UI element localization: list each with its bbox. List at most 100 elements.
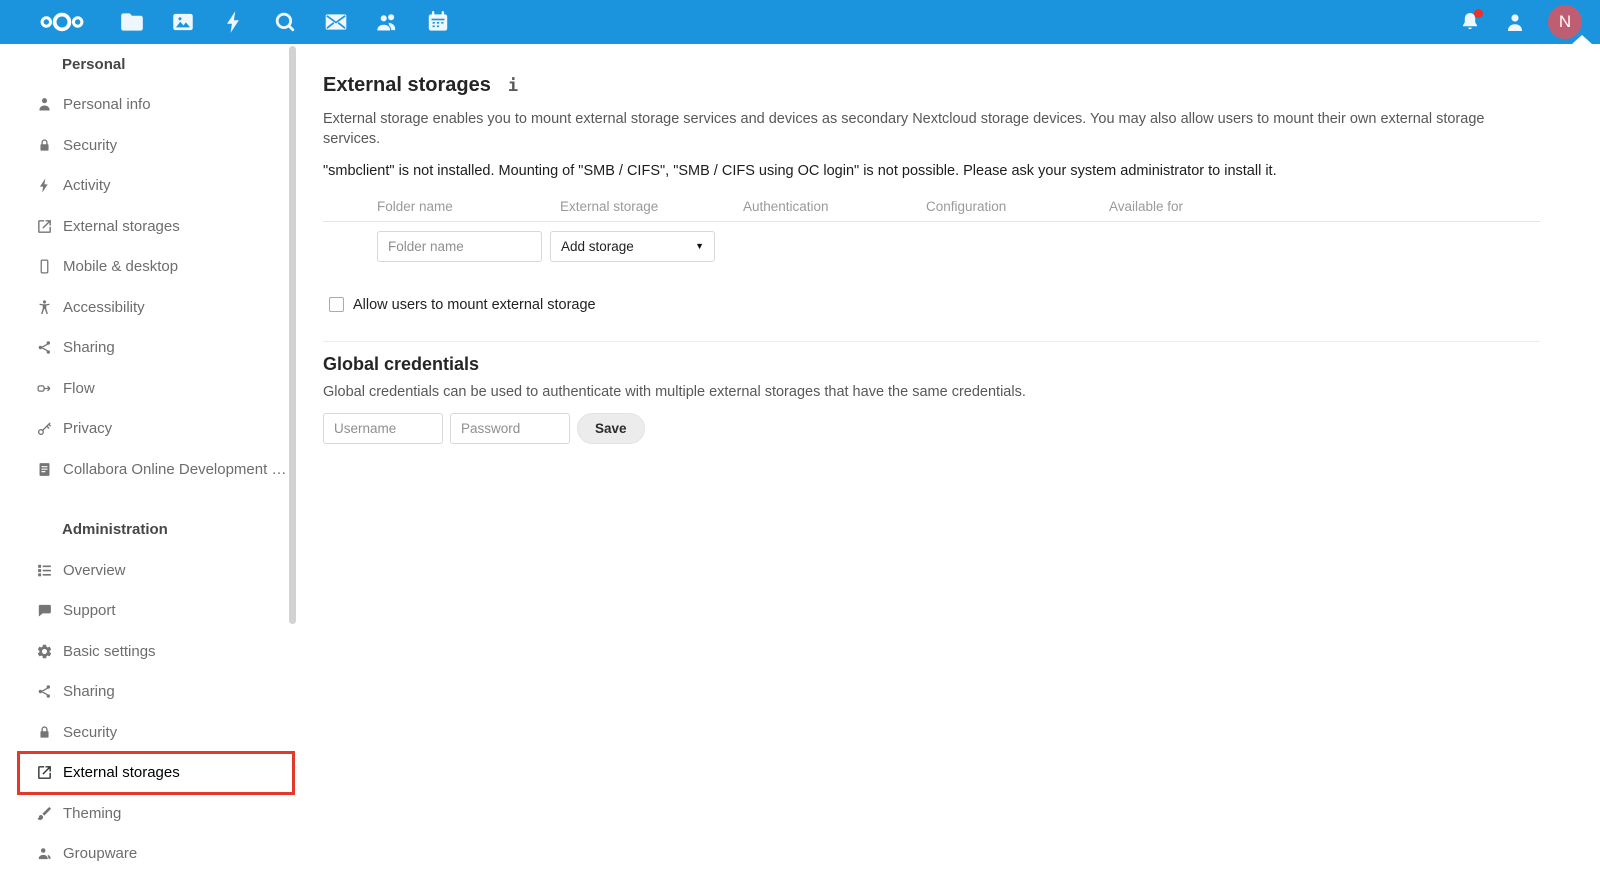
username-field[interactable] xyxy=(323,412,443,444)
sidebar-item-personal-info[interactable]: Personal info xyxy=(0,85,300,126)
sidebar-item-activity[interactable]: Activity xyxy=(0,166,300,207)
top-header-bar: N xyxy=(0,0,1600,44)
sidebar-item-label: Overview xyxy=(63,561,126,579)
sidebar-item-security[interactable]: Security xyxy=(0,125,300,166)
photos-icon[interactable] xyxy=(170,9,196,35)
lightning-icon[interactable] xyxy=(221,9,247,35)
sidebar-item-flow[interactable]: Flow xyxy=(0,368,300,409)
contacts-icon[interactable] xyxy=(374,9,400,35)
allow-users-label: Allow users to mount external storage xyxy=(353,296,596,313)
bell-icon[interactable] xyxy=(1458,9,1483,34)
main-content: External storages i External storage ena… xyxy=(300,44,1600,880)
sidebar-item-external-storages[interactable]: External storages xyxy=(0,750,300,795)
nextcloud-logo[interactable] xyxy=(33,5,91,39)
sidebar-item-label: Activity xyxy=(63,177,111,195)
user-avatar[interactable]: N xyxy=(1548,5,1582,39)
overview-icon xyxy=(36,562,53,579)
key-icon xyxy=(36,420,53,437)
sidebar-item-label: Theming xyxy=(63,804,122,822)
settings-sidebar: Personal Personal info Security Activity Ext… xyxy=(0,44,300,880)
sidebar-item-support[interactable]: Support xyxy=(0,591,300,632)
password-field[interactable] xyxy=(450,412,570,444)
sidebar-item-label: Sharing xyxy=(63,683,115,701)
sidebar-item-theming[interactable]: Theming xyxy=(0,793,300,834)
gear-icon xyxy=(36,643,53,660)
sidebar-item-privacy[interactable]: Privacy xyxy=(0,409,300,450)
sidebar-item-label: Groupware xyxy=(63,845,138,863)
share-icon xyxy=(36,339,53,356)
topbar-right: N xyxy=(1458,5,1582,39)
sidebar-item-sharing[interactable]: Sharing xyxy=(0,328,300,369)
sidebar-item-sharing[interactable]: Sharing xyxy=(0,672,300,713)
sidebar-item-label: External storages xyxy=(63,217,180,235)
mail-icon[interactable] xyxy=(323,9,349,35)
accessibility-icon xyxy=(36,299,53,316)
column-header-external-storage: External storage xyxy=(560,198,659,214)
page-title: External storages xyxy=(323,74,491,96)
external-icon xyxy=(36,218,53,235)
chat-icon xyxy=(36,602,53,619)
user-icon xyxy=(36,96,53,113)
sidebar-item-label: Mobile & desktop xyxy=(63,258,179,276)
avatar-initial: N xyxy=(1558,12,1572,31)
external-storage-description: External storage enables you to mount ex… xyxy=(323,111,1485,147)
person-icon[interactable] xyxy=(1503,10,1527,34)
allow-users-checkbox[interactable] xyxy=(329,297,344,313)
column-header-folder-name: Folder name xyxy=(377,198,453,214)
mobile-icon xyxy=(36,258,53,275)
folder-icon[interactable] xyxy=(119,9,145,35)
avatar-menu-caret xyxy=(1572,35,1592,44)
sidebar-item-mobile-desktop[interactable]: Mobile & desktop xyxy=(0,247,300,288)
brush-icon xyxy=(36,805,53,822)
sidebar-item-label: Basic settings xyxy=(63,642,156,660)
sidebar-item-external-storages[interactable]: External storages xyxy=(0,206,300,247)
add-storage-label: Add storage xyxy=(561,238,634,254)
sidebar-item-label: Accessibility xyxy=(63,298,145,316)
sidebar-item-label: Security xyxy=(63,136,118,154)
chevron-down-icon: ▼ xyxy=(695,241,704,252)
sidebar-item-label: Support xyxy=(63,602,116,620)
folder-name-input[interactable] xyxy=(377,230,542,262)
calendar-icon[interactable] xyxy=(425,9,451,35)
section-divider xyxy=(323,340,1540,342)
document-icon xyxy=(36,461,53,478)
sidebar-scrollbar[interactable] xyxy=(289,46,296,624)
sidebar-item-label: Sharing xyxy=(63,339,115,357)
sidebar-item-label: Collabora Online Development Edit... xyxy=(63,460,288,478)
sidebar-item-label: Personal info xyxy=(63,96,151,114)
column-header-configuration: Configuration xyxy=(926,198,1007,214)
sidebar-item-label: Privacy xyxy=(63,420,113,438)
add-storage-select[interactable]: Add storage ▼ xyxy=(550,230,715,262)
sidebar-item-label: External storages xyxy=(63,764,180,782)
lock-icon xyxy=(36,724,53,741)
share-icon xyxy=(36,683,53,700)
lightning-icon xyxy=(36,177,53,194)
table-header-row: Folder name External storage Authenticatio… xyxy=(323,198,1540,222)
sidebar-item-accessibility[interactable]: Accessibility xyxy=(0,287,300,328)
smbclient-warning: "smbclient" is not installed. Mounting o… xyxy=(323,163,1277,180)
magnifier-icon[interactable] xyxy=(272,9,298,35)
sidebar-item-collabora-online-development-edit[interactable]: Collabora Online Development Edit... xyxy=(0,449,300,490)
sidebar-item-groupware[interactable]: Groupware xyxy=(0,834,300,875)
sidebar-item-overview[interactable]: Overview xyxy=(0,550,300,591)
global-credentials-form: Save xyxy=(323,412,1540,444)
group-icon xyxy=(36,845,53,862)
global-credentials-title: Global credentials xyxy=(323,353,480,374)
external-icon xyxy=(36,764,53,781)
flow-icon xyxy=(36,380,53,397)
nextcloud-settings-page: N Personal Personal info Security Activity E… xyxy=(0,0,1600,880)
sidebar-item-security[interactable]: Security xyxy=(0,712,300,753)
sidebar-item-basic-settings[interactable]: Basic settings xyxy=(0,631,300,672)
allow-users-row: Allow users to mount external storage xyxy=(329,297,1540,313)
column-header-available-for: Available for xyxy=(1109,198,1184,214)
notification-dot xyxy=(1474,9,1483,18)
sidebar-item-label: Flow xyxy=(63,379,95,397)
section-header: Personal xyxy=(62,55,126,73)
save-button[interactable]: Save xyxy=(577,412,645,444)
lock-icon xyxy=(36,137,53,154)
info-icon[interactable]: i xyxy=(508,76,518,96)
sidebar-section-administration: Administration Overview Support Basic setti… xyxy=(0,510,300,875)
sidebar-item-label: Security xyxy=(63,723,118,741)
sidebar-section-personal: Personal Personal info Security Activity Ext… xyxy=(0,44,300,490)
global-credentials-description: Global credentials can be used to authen… xyxy=(323,383,1026,400)
